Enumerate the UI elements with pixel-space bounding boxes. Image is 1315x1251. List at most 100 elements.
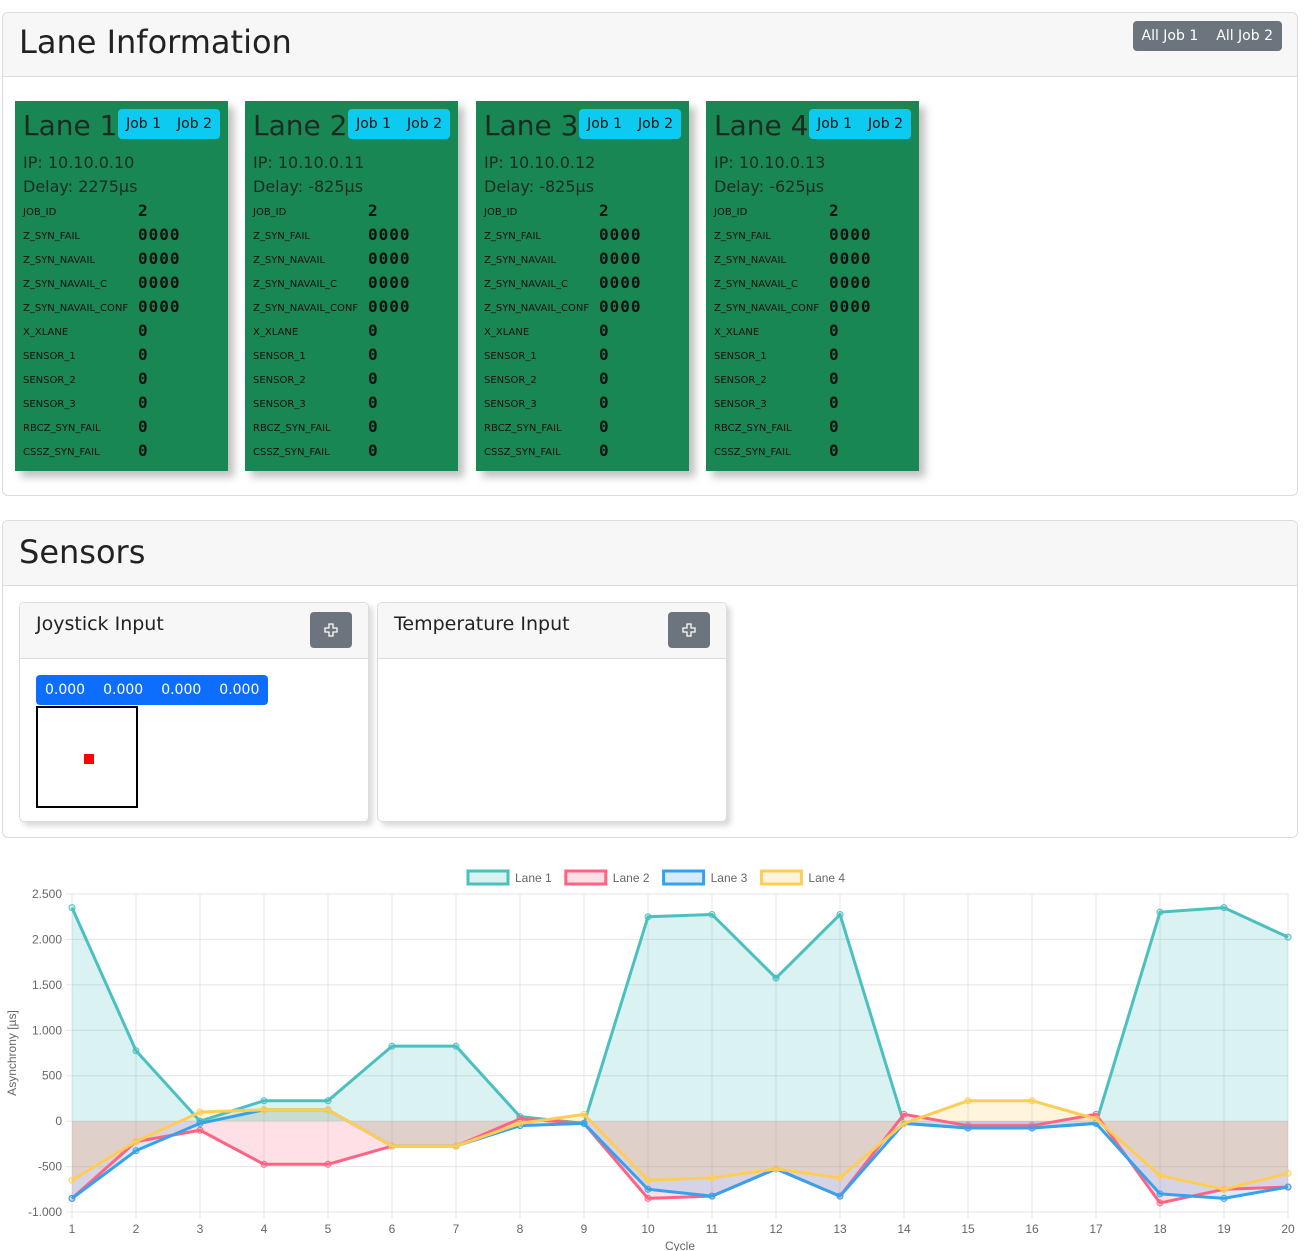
job1-button[interactable]: Job 1 <box>579 109 630 139</box>
register-name: JOB_ID <box>714 207 748 218</box>
temperature-settings-button[interactable] <box>668 612 710 648</box>
register-value: 0000 <box>599 225 642 244</box>
data-point <box>68 1176 76 1184</box>
register-name: Z_SYN_FAIL <box>253 231 310 242</box>
register-row: RBCZ_SYN_FAIL 0 <box>23 417 223 441</box>
data-point <box>324 1106 332 1114</box>
joystick-pad[interactable] <box>36 706 138 808</box>
lane-job-button-group: Job 1 Job 2 <box>118 109 220 139</box>
register-value: 0000 <box>368 297 411 316</box>
register-row: CSSZ_SYN_FAIL 0 <box>484 441 684 465</box>
x-tick-label: 15 <box>961 1222 975 1236</box>
lane-card: Lane 4 Job 1 Job 2 IP: 10.10.0.13 Delay: … <box>706 101 919 471</box>
legend-label: Lane 2 <box>613 871 650 885</box>
register-value: 0000 <box>599 273 642 292</box>
register-row: SENSOR_3 0 <box>23 393 223 417</box>
register-name: X_XLANE <box>714 327 760 338</box>
register-row: Z_SYN_NAVAIL 0000 <box>23 249 223 273</box>
x-tick-label: 6 <box>389 1222 396 1236</box>
register-name: SENSOR_3 <box>253 399 306 410</box>
job1-button[interactable]: Job 1 <box>348 109 399 139</box>
x-tick-label: 14 <box>897 1222 911 1236</box>
register-name: RBCZ_SYN_FAIL <box>23 423 101 434</box>
register-value: 0 <box>368 345 379 364</box>
lane-ip: IP: 10.10.0.12 <box>484 153 596 172</box>
register-value: 0 <box>599 441 610 460</box>
register-row: SENSOR_3 0 <box>484 393 684 417</box>
data-point <box>1220 1185 1228 1193</box>
lane-card: Lane 2 Job 1 Job 2 IP: 10.10.0.11 Delay: … <box>245 101 458 471</box>
data-point <box>68 904 76 912</box>
register-row: Z_SYN_NAVAIL_C 0000 <box>484 273 684 297</box>
register-row: CSSZ_SYN_FAIL 0 <box>23 441 223 465</box>
data-point <box>1284 1169 1292 1177</box>
register-name: Z_SYN_NAVAIL_C <box>484 279 569 290</box>
register-value: 0000 <box>829 273 872 292</box>
all-job-button-group: All Job 1 All Job 2 <box>1132 21 1282 51</box>
register-name: JOB_ID <box>484 207 518 218</box>
job2-button[interactable]: Job 2 <box>399 109 450 139</box>
data-point <box>580 1110 588 1118</box>
temperature-input-title: Temperature Input <box>394 613 570 635</box>
data-point <box>772 974 780 982</box>
register-value: 0 <box>368 441 379 460</box>
data-point <box>452 1042 460 1050</box>
job2-button[interactable]: Job 2 <box>860 109 911 139</box>
x-tick-label: 20 <box>1281 1222 1295 1236</box>
all-job1-button[interactable]: All Job 1 <box>1133 21 1208 51</box>
lane-card: Lane 3 Job 1 Job 2 IP: 10.10.0.12 Delay: … <box>476 101 689 471</box>
register-row: RBCZ_SYN_FAIL 0 <box>484 417 684 441</box>
job1-button[interactable]: Job 1 <box>809 109 860 139</box>
register-row: Z_SYN_FAIL 0000 <box>23 225 223 249</box>
legend-swatch <box>466 869 510 886</box>
all-job2-button[interactable]: All Job 2 <box>1207 21 1282 51</box>
register-row: Z_SYN_NAVAIL 0000 <box>253 249 453 273</box>
register-value: 0000 <box>829 249 872 268</box>
joystick-settings-button[interactable] <box>310 612 352 648</box>
register-row: SENSOR_1 0 <box>23 345 223 369</box>
job2-button[interactable]: Job 2 <box>169 109 220 139</box>
data-point <box>580 1119 588 1127</box>
register-name: SENSOR_1 <box>714 351 767 362</box>
lane-ip: IP: 10.10.0.10 <box>23 153 135 172</box>
data-point <box>644 1185 652 1193</box>
joystick-position-marker <box>84 754 94 764</box>
register-name: Z_SYN_NAVAIL <box>714 255 787 266</box>
register-row: SENSOR_2 0 <box>253 369 453 393</box>
register-value: 0000 <box>138 249 181 268</box>
x-tick-label: 17 <box>1089 1222 1103 1236</box>
x-axis-label: Cycle <box>665 1239 695 1251</box>
data-point <box>1156 1190 1164 1198</box>
y-tick-label: -1.000 <box>28 1205 62 1219</box>
register-value: 0 <box>138 369 149 388</box>
register-row: Z_SYN_NAVAIL 0000 <box>484 249 684 273</box>
register-row: Z_SYN_NAVAIL_C 0000 <box>253 273 453 297</box>
register-name: RBCZ_SYN_FAIL <box>714 423 792 434</box>
register-name: X_XLANE <box>23 327 69 338</box>
sensors-header: Sensors <box>3 521 1297 586</box>
lane-job-button-group: Job 1 Job 2 <box>579 109 681 139</box>
register-name: SENSOR_2 <box>23 375 76 386</box>
data-point <box>1156 1172 1164 1180</box>
data-point <box>132 1138 140 1146</box>
register-row: X_XLANE 0 <box>23 321 223 345</box>
y-tick-label: 2.500 <box>32 887 62 901</box>
job2-button[interactable]: Job 2 <box>630 109 681 139</box>
register-name: SENSOR_1 <box>23 351 76 362</box>
temperature-input-header: Temperature Input <box>378 603 726 659</box>
register-value: 0000 <box>138 297 181 316</box>
register-value: 0 <box>599 321 610 340</box>
register-row: Z_SYN_NAVAIL_CONF 0000 <box>714 297 914 321</box>
job1-button[interactable]: Job 1 <box>118 109 169 139</box>
data-point <box>196 1126 204 1134</box>
register-value: 0 <box>829 441 840 460</box>
data-point <box>260 1106 268 1114</box>
data-point <box>516 1119 524 1127</box>
register-value: 0 <box>368 417 379 436</box>
lane-information-header: Lane Information All Job 1 All Job 2 <box>3 13 1297 77</box>
lane-title: Lane 1 <box>23 109 118 142</box>
x-tick-label: 9 <box>581 1222 588 1236</box>
register-row: JOB_ID 2 <box>484 201 684 225</box>
page-title: Lane Information <box>19 23 292 61</box>
register-row: X_XLANE 0 <box>714 321 914 345</box>
